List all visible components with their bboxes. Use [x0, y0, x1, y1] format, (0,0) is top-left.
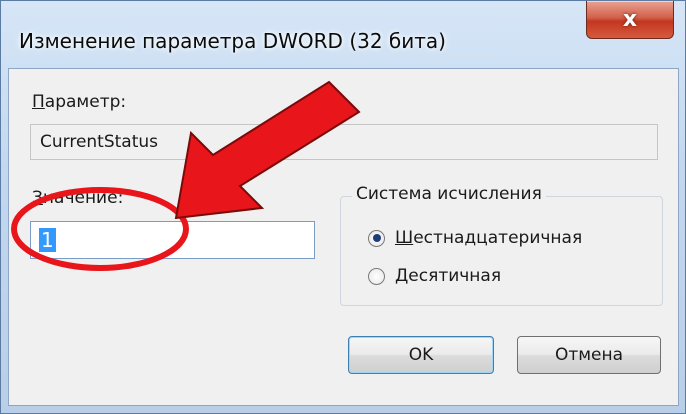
value-input[interactable]: 1: [30, 221, 315, 259]
name-label: Параметр:: [32, 92, 127, 112]
value-text: 1: [39, 228, 56, 252]
radio-hexadecimal[interactable]: Шестнадцатеричная: [368, 228, 582, 248]
close-button[interactable]: x: [586, 1, 674, 39]
value-label: Значение:: [32, 188, 124, 208]
window-title: Изменение параметра DWORD (32 бита): [19, 29, 446, 53]
name-field: CurrentStatus: [30, 124, 658, 160]
cancel-button[interactable]: Отмена: [517, 336, 661, 374]
radio-hexadecimal-label: Шестнадцатеричная: [395, 228, 583, 248]
radio-unselected-icon: [368, 267, 385, 285]
ok-button[interactable]: OK: [348, 336, 494, 374]
radio-decimal-label: Десятичная: [395, 266, 502, 286]
close-icon: x: [622, 7, 638, 32]
base-group-title: Система исчисления: [352, 184, 546, 204]
radio-decimal[interactable]: Десятичная: [368, 266, 501, 286]
radio-selected-icon: [368, 229, 385, 247]
base-groupbox: [340, 196, 663, 306]
